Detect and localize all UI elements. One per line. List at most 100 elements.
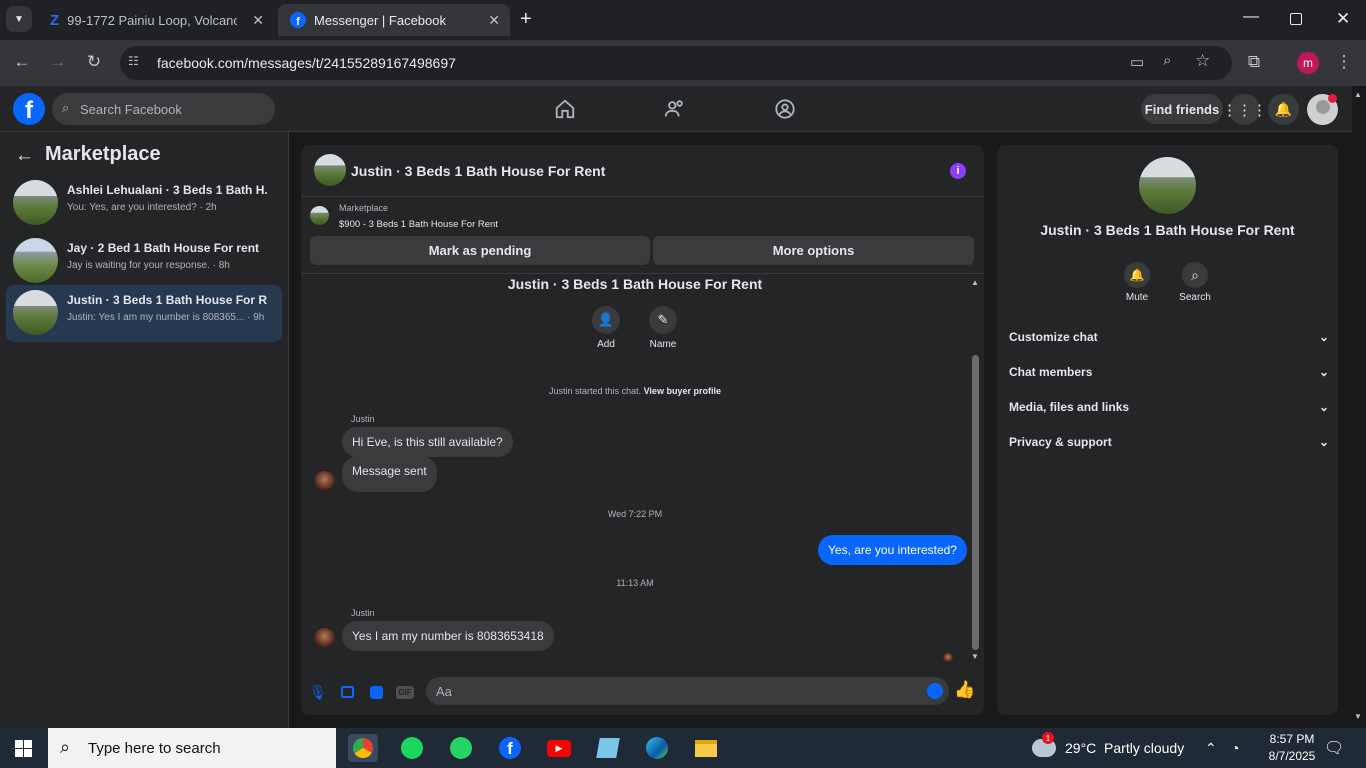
close-window-button[interactable]: ✕ (1336, 9, 1350, 29)
listing-source: Marketplace (339, 203, 389, 213)
facebook-logo[interactable]: f (13, 93, 45, 125)
more-options-button[interactable]: More options (653, 236, 974, 265)
customize-chat-section[interactable]: Customize chat ⌄ (1009, 322, 1329, 352)
message-bubble-outgoing[interactable]: Yes, are you interested? (818, 535, 967, 565)
emoji-icon[interactable] (927, 683, 943, 699)
taskbar-search[interactable]: ⌕ Type here to search (48, 728, 336, 768)
scroll-up-arrow[interactable]: ▲ (1354, 90, 1362, 99)
conversation-name: Jay · 2 Bed 1 Bath House For rent (67, 241, 260, 255)
find-friends-button[interactable]: Find friends (1141, 94, 1223, 124)
photo-icon (340, 686, 354, 698)
voice-clip-button[interactable]: 🎙 (309, 683, 327, 701)
extensions-button[interactable]: ⧉ (1242, 50, 1266, 74)
scroll-up-arrow[interactable]: ▲ (971, 278, 979, 287)
listing-thumbnail-large[interactable] (1139, 157, 1196, 214)
clock-date: 8/7/2025 (1268, 749, 1316, 763)
listing-thumbnail[interactable] (314, 154, 346, 186)
network-icon[interactable]: ◔ (1231, 728, 1239, 768)
back-button[interactable]: ← (15, 145, 34, 167)
section-label: Chat members (1009, 365, 1093, 379)
friends-nav[interactable] (662, 96, 688, 122)
menu-button[interactable]: ⋮⋮⋮ (1222, 94, 1267, 125)
youtube-taskbar-icon[interactable]: ▶ (544, 734, 574, 762)
show-hidden-icons[interactable]: ⌃ (1205, 728, 1217, 768)
weather-widget[interactable]: 1 29°C Partly cloudy (1032, 728, 1184, 768)
install-app-icon[interactable]: ▭ (1130, 53, 1144, 71)
conversation-item[interactable]: Jay · 2 Bed 1 Bath House For rent Jay is… (6, 233, 282, 290)
message-placeholder: Aa (436, 683, 452, 699)
section-label: Media, files and links (1009, 400, 1130, 414)
profile-avatar[interactable]: m (1297, 52, 1319, 74)
search-in-chat-button[interactable]: ⌕ (1182, 262, 1208, 288)
site-info-icon[interactable]: ☷ (128, 54, 148, 72)
new-tab-button[interactable]: + (520, 8, 532, 31)
mute-button[interactable]: 🔔 (1124, 262, 1150, 288)
tab-zillow[interactable]: Z 99-1772 Painiu Loop, Volcano, I ✕ (38, 6, 274, 34)
section-label: Privacy & support (1009, 435, 1112, 449)
spotify-taskbar-icon[interactable] (397, 734, 427, 762)
chat-scrollbar-thumb[interactable] (972, 355, 979, 650)
edge-taskbar-icon[interactable] (642, 734, 672, 762)
minimize-icon: — (1243, 8, 1259, 25)
notifications-center-button[interactable]: 🗨 (1324, 728, 1344, 768)
conversation-item-selected[interactable]: Justin · 3 Beds 1 Bath House For R... Ju… (6, 285, 282, 342)
chrome-taskbar-icon[interactable] (348, 734, 378, 762)
facebook-taskbar-icon[interactable]: f (495, 734, 525, 762)
notifications-button[interactable]: 🔔 (1268, 94, 1299, 125)
message-bubble[interactable]: Hi Eve, is this still available? (342, 427, 513, 457)
gif-icon: GIF (396, 685, 414, 699)
message-input[interactable]: Aa (426, 677, 949, 705)
whatsapp-taskbar-icon[interactable] (446, 734, 476, 762)
bookmark-star-icon[interactable]: ☆ (1195, 51, 1210, 71)
start-button[interactable] (15, 740, 32, 757)
privacy-support-section[interactable]: Privacy & support ⌄ (1009, 427, 1329, 457)
clock-time: 8:57 PM (1269, 732, 1315, 746)
conversation-item[interactable]: Ashlei Lehualani · 3 Beds 1 Bath H... Yo… (6, 175, 282, 232)
file-explorer-taskbar-icon[interactable] (691, 734, 721, 762)
like-button[interactable]: 👍 (954, 680, 976, 699)
chat-title[interactable]: Justin · 3 Beds 1 Bath House For Rent (351, 163, 605, 179)
attach-photo-button[interactable] (338, 683, 356, 701)
url-text[interactable]: facebook.com/messages/t/2415528916749869… (157, 55, 456, 71)
back-button[interactable]: ← (10, 50, 34, 74)
listing-line[interactable]: $900 - 3 Beds 1 Bath House For Rent (339, 219, 498, 230)
scroll-down-arrow[interactable]: ▼ (971, 652, 979, 661)
message-bubble[interactable]: Yes I am my number is 8083653418 (342, 621, 554, 651)
address-bar[interactable]: ☷ facebook.com/messages/t/24155289167498… (120, 46, 1232, 80)
sticker-button[interactable] (367, 683, 385, 701)
add-button[interactable]: 👤 (592, 306, 620, 334)
clock[interactable]: 8:57 PM 8/7/2025 (1252, 731, 1332, 765)
message-bubble[interactable]: Message sent (342, 456, 437, 492)
zoom-icon[interactable]: ⌕ (1163, 52, 1171, 69)
close-icon[interactable]: ✕ (252, 12, 264, 29)
tab-search-button[interactable]: ▼ (6, 6, 32, 32)
sender-avatar[interactable] (314, 628, 335, 649)
forward-button[interactable]: → (46, 50, 70, 74)
browser-menu-button[interactable]: ⋮ (1332, 50, 1356, 74)
name-button[interactable]: ✎ (649, 306, 677, 334)
reload-button[interactable]: ↻ (82, 50, 106, 74)
conversation-preview: Jay is waiting for your response. · 8h (67, 260, 230, 271)
info-icon[interactable]: i (950, 163, 966, 179)
gif-button[interactable]: GIF (396, 683, 414, 701)
home-nav[interactable] (552, 96, 578, 122)
media-files-links-section[interactable]: Media, files and links ⌄ (1009, 392, 1329, 422)
tab-messenger[interactable]: f Messenger | Facebook ✕ (278, 4, 510, 36)
scroll-down-arrow[interactable]: ▼ (1354, 712, 1362, 721)
conversation-name: Justin · 3 Beds 1 Bath House For R... (67, 293, 267, 307)
arrow-left-icon: ← (15, 145, 34, 166)
restore-button[interactable] (1290, 13, 1302, 25)
sender-avatar[interactable] (314, 471, 335, 492)
mute-label: Mute (1125, 292, 1149, 303)
notepad-taskbar-icon[interactable] (593, 734, 623, 762)
thumbs-up-icon: 👍 (954, 680, 976, 699)
mark-as-pending-button[interactable]: Mark as pending (310, 236, 650, 265)
search-input[interactable]: ⌕ Search Facebook (52, 93, 275, 125)
groups-nav[interactable] (772, 96, 798, 122)
close-icon[interactable]: ✕ (488, 12, 500, 29)
page-scrollbar[interactable]: ▲ ▼ (1352, 86, 1366, 728)
chat-members-section[interactable]: Chat members ⌄ (1009, 357, 1329, 387)
view-buyer-profile-link[interactable]: View buyer profile (644, 386, 721, 396)
kebab-menu-icon: ⋮ (1335, 52, 1353, 71)
minimize-button[interactable]: — (1243, 8, 1259, 26)
